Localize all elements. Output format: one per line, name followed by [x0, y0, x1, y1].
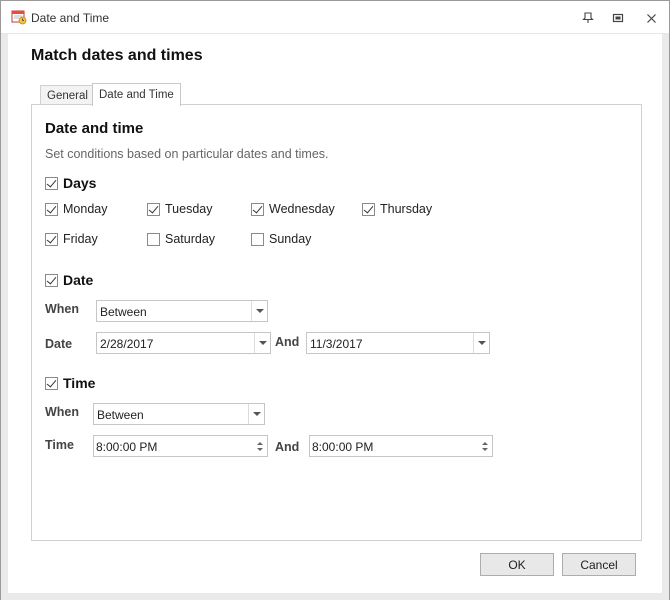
day-label: Saturday [165, 232, 216, 246]
time-to-value: 8:00:00 PM [312, 440, 374, 454]
time-to-spinner[interactable]: 8:00:00 PM [309, 435, 493, 457]
time-and-label: And [275, 440, 300, 454]
dialog-heading: Match dates and times [31, 47, 203, 64]
checkbox-box[interactable] [147, 202, 160, 216]
maximize-icon[interactable] [606, 7, 630, 29]
pin-icon[interactable] [576, 7, 600, 29]
panel-title: Date and time [45, 120, 144, 137]
day-checkbox-saturday[interactable]: Saturday [147, 232, 215, 246]
day-checkbox-friday[interactable]: Friday [45, 232, 98, 246]
select-value: Between [100, 305, 147, 319]
panel-subtitle: Set conditions based on particular dates… [45, 147, 329, 161]
chevron-down-icon[interactable] [251, 301, 267, 321]
chevron-up-icon[interactable] [257, 441, 263, 445]
select-value: Between [97, 408, 144, 422]
time-checkbox[interactable]: Time [45, 375, 95, 391]
day-checkbox-sunday[interactable]: Sunday [251, 232, 311, 246]
date-from-value: 2/28/2017 [100, 337, 154, 351]
time-when-label: When [45, 405, 80, 419]
checkbox-box[interactable] [251, 202, 264, 216]
checkbox-box[interactable] [45, 176, 58, 190]
date-when-select[interactable]: Between [96, 300, 268, 322]
spinner-arrows[interactable] [478, 436, 492, 456]
time-when-select[interactable]: Between [93, 403, 265, 425]
time-from-spinner[interactable]: 8:00:00 PM [93, 435, 268, 457]
spinner-arrows[interactable] [253, 436, 267, 456]
checkbox-box[interactable] [251, 232, 264, 246]
chevron-down-icon[interactable] [257, 447, 263, 451]
checkbox-box[interactable] [45, 273, 58, 287]
time-section-label: Time [63, 375, 96, 391]
checkbox-box[interactable] [45, 202, 58, 216]
day-label: Friday [63, 232, 98, 246]
date-field-label: Date [45, 337, 73, 351]
checkbox-box[interactable] [147, 232, 160, 246]
close-icon[interactable] [639, 7, 663, 29]
checkbox-box[interactable] [45, 232, 58, 246]
tab-date-and-time[interactable]: Date and Time [92, 83, 181, 106]
day-label: Wednesday [269, 202, 335, 216]
tab-panel [31, 104, 642, 541]
day-label: Tuesday [165, 202, 213, 216]
title-bar: Date and Time [1, 1, 669, 34]
date-and-label: And [275, 335, 300, 349]
date-when-label: When [45, 302, 80, 316]
time-field-label: Time [45, 438, 74, 452]
date-section-label: Date [63, 272, 94, 288]
checkbox-box[interactable] [45, 376, 58, 390]
chevron-down-icon[interactable] [473, 333, 489, 353]
chevron-down-icon[interactable] [248, 404, 264, 424]
chevron-up-icon[interactable] [482, 441, 488, 445]
day-label: Sunday [269, 232, 312, 246]
checkbox-box[interactable] [362, 202, 375, 216]
time-from-value: 8:00:00 PM [96, 440, 158, 454]
day-checkbox-thursday[interactable]: Thursday [362, 202, 432, 216]
date-to-value: 11/3/2017 [310, 337, 363, 351]
days-label: Days [63, 175, 97, 191]
chevron-down-icon[interactable] [482, 447, 488, 451]
date-from-picker[interactable]: 2/28/2017 [96, 332, 271, 354]
date-checkbox[interactable]: Date [45, 272, 93, 288]
window-title: Date and Time [31, 11, 110, 25]
day-label: Monday [63, 202, 108, 216]
ok-button[interactable]: OK [480, 553, 554, 576]
cancel-button[interactable]: Cancel [562, 553, 636, 576]
date-to-picker[interactable]: 11/3/2017 [306, 332, 490, 354]
chevron-down-icon[interactable] [254, 333, 270, 353]
days-checkbox[interactable]: Days [45, 175, 96, 191]
day-checkbox-tuesday[interactable]: Tuesday [147, 202, 212, 216]
dialog-window: Date and Time Match dates and times Gene… [0, 0, 670, 600]
day-checkbox-wednesday[interactable]: Wednesday [251, 202, 335, 216]
day-checkbox-monday[interactable]: Monday [45, 202, 107, 216]
day-label: Thursday [380, 202, 433, 216]
calendar-clock-icon [11, 9, 27, 25]
tab-general[interactable]: General [40, 85, 95, 105]
